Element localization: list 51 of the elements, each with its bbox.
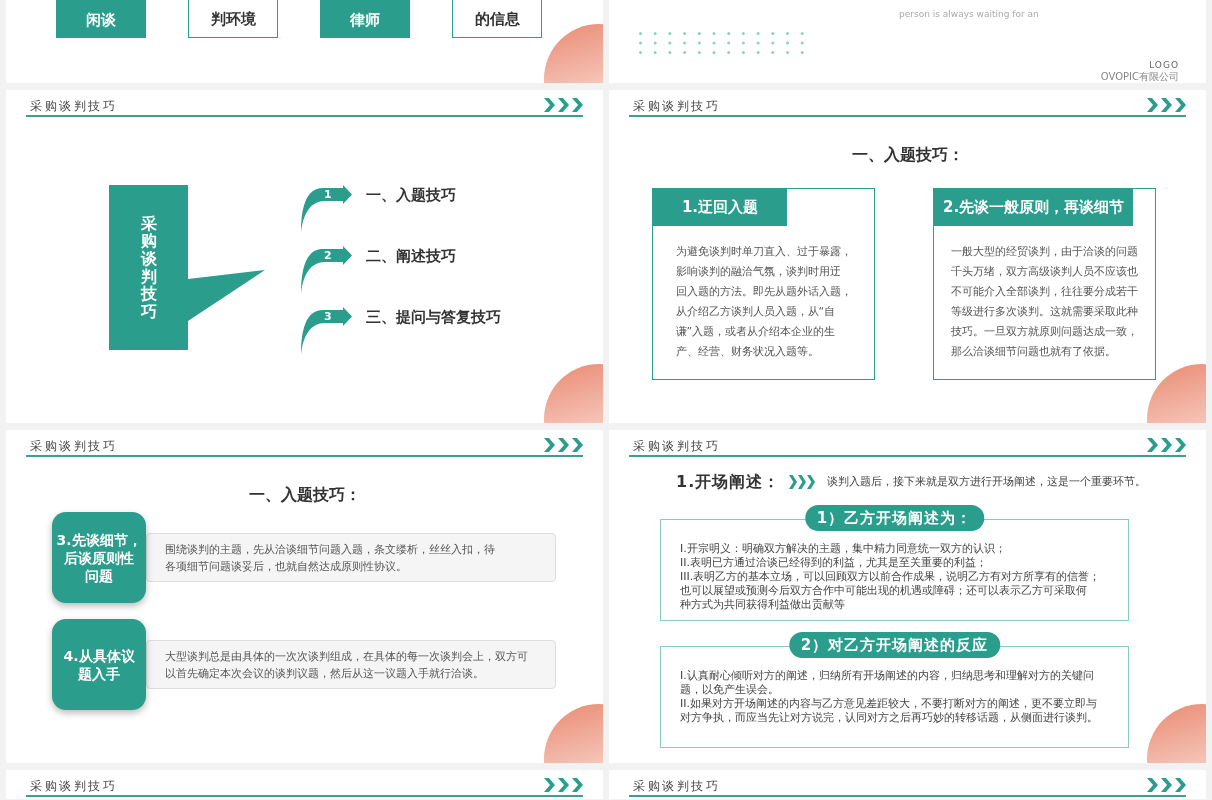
chevrons-icon	[789, 475, 816, 489]
description-text: 大型谈判总是由具体的一次次谈判组成，在具体的每一次谈判会上，双方可 以首先确定本次会议的谈判议题，然后从这一议题入手就行洽谈。	[165, 648, 528, 682]
section-title-pill: 1）乙方开场阐述为：	[804, 505, 985, 531]
section-body-text: I.认真耐心倾听对方的阐述，归纳所有开场阐述的内容，归纳思考和理解对方的关键问 题，以免产生误会。 II.如果对方开场阐述的内容与乙方意见差距较大，不要打断对方的阐述，更不要立即与 对方争执，而应当先让对方说完，认同对方之后再巧妙的转移话题，从侧面进行谈判。	[680, 669, 1098, 725]
slide-header-title: 采购谈判技巧	[632, 439, 720, 453]
tagline-text: person is always waiting for an	[899, 9, 1039, 19]
slide-header-title: 采购谈判技巧	[29, 439, 117, 453]
slide-header-title: 采购谈判技巧	[29, 99, 117, 113]
card-body-text: 一般大型的经贸谈判，由于洽谈的问题 千头万绪，双方高级谈判人员不应该也 不可能介入全部谈判，往往要分成若干 等级进行多次谈判。这就需要采取此种 技巧。一旦双方就原则问题达成一致， 那么洽谈细节问题也就有了依据。	[951, 244, 1138, 360]
description-text: 围绕谈判的主题，先从洽谈细节问题入题，条文缕析，丝丝入扣，待 各项细节问题谈妥后，也就自然达成原则性协议。	[165, 541, 495, 575]
chevrons-icon	[1147, 778, 1186, 792]
topic-tile: 的信息	[452, 0, 542, 38]
chevrons-icon	[544, 778, 583, 792]
step-number: 2	[324, 248, 332, 263]
topic-tile: 闲谈	[56, 0, 146, 38]
card-header-banner: 1.迂回入题	[653, 189, 787, 226]
slide-heading: 一、入题技巧：	[851, 145, 964, 165]
slide-heading: 1.开场阐述：	[676, 472, 781, 492]
slide-header-title: 采购谈判技巧	[632, 779, 720, 793]
corner-circle-decoration	[1147, 364, 1206, 423]
agenda-item-label: 三、提问与答复技巧	[366, 307, 501, 327]
agenda-item-label: 二、阐述技巧	[366, 246, 456, 266]
card-body-text: 为避免谈判时单刀直入、过于暴露， 影响谈判的融洽气氛，谈判时用迂 回入题的方法。即先从题外话入题， 从介绍乙方谈判人员入题，从“自 谦”入题，或者从介绍本企业的生 产、经营、财务状况入题等。	[675, 244, 852, 360]
section-body-text: I.开宗明义：明确双方解决的主题，集中精力同意统一双方的认识； II.表明已方通过洽谈已经得到的利益，尤其是至关重要的利益； III.表明乙方的基本立场，可以回顾双方以前合作成果，说明乙方有对方所享有的信誉； 也可以展望或预测今后双方合作中可能出现的机遇或障碍；还可以表示乙方可采取何 种方式为共同获得利益做出贡献等	[680, 542, 1101, 612]
chevrons-icon	[1147, 438, 1186, 452]
slide-header-title: 采购谈判技巧	[632, 99, 720, 113]
card-header-banner: 2.先谈一般原则，再谈细节	[934, 189, 1134, 226]
vertical-title: 采购谈判技巧	[140, 214, 157, 321]
agenda-item-label: 一、入题技巧	[366, 185, 456, 205]
step-number: 3	[324, 309, 332, 324]
corner-circle-decoration	[544, 24, 603, 83]
chevrons-icon	[544, 438, 583, 452]
corner-circle-decoration	[544, 704, 603, 763]
intro-text: 谈判入题后，接下来就是双方进行开场阐述，这是一个重要环节。	[827, 475, 1147, 489]
curved-arrow-icon	[301, 185, 352, 233]
chevrons-icon	[1147, 98, 1186, 112]
section-title-pill: 2）对乙方开场阐述的反应	[788, 632, 1001, 658]
corner-circle-decoration	[1147, 704, 1206, 763]
topic-tile: 律师	[320, 0, 410, 38]
company-name: OVOPIC有限公司	[1100, 71, 1179, 83]
slide-heading: 一、入题技巧：	[248, 485, 361, 505]
topic-tile: 判环境	[188, 0, 278, 38]
curved-arrow-icon	[301, 246, 352, 294]
logo-text: LOGO	[1149, 60, 1179, 71]
step-title-tile: 4.从具体议 题入手	[52, 619, 146, 710]
curved-arrow-icon	[301, 307, 352, 355]
step-title-tile: 3.先谈细节， 后谈原则性 问题	[52, 512, 146, 603]
step-number: 1	[324, 187, 332, 202]
slide-header-title: 采购谈判技巧	[29, 779, 117, 793]
corner-circle-decoration	[544, 364, 603, 423]
chevrons-icon	[544, 98, 583, 112]
